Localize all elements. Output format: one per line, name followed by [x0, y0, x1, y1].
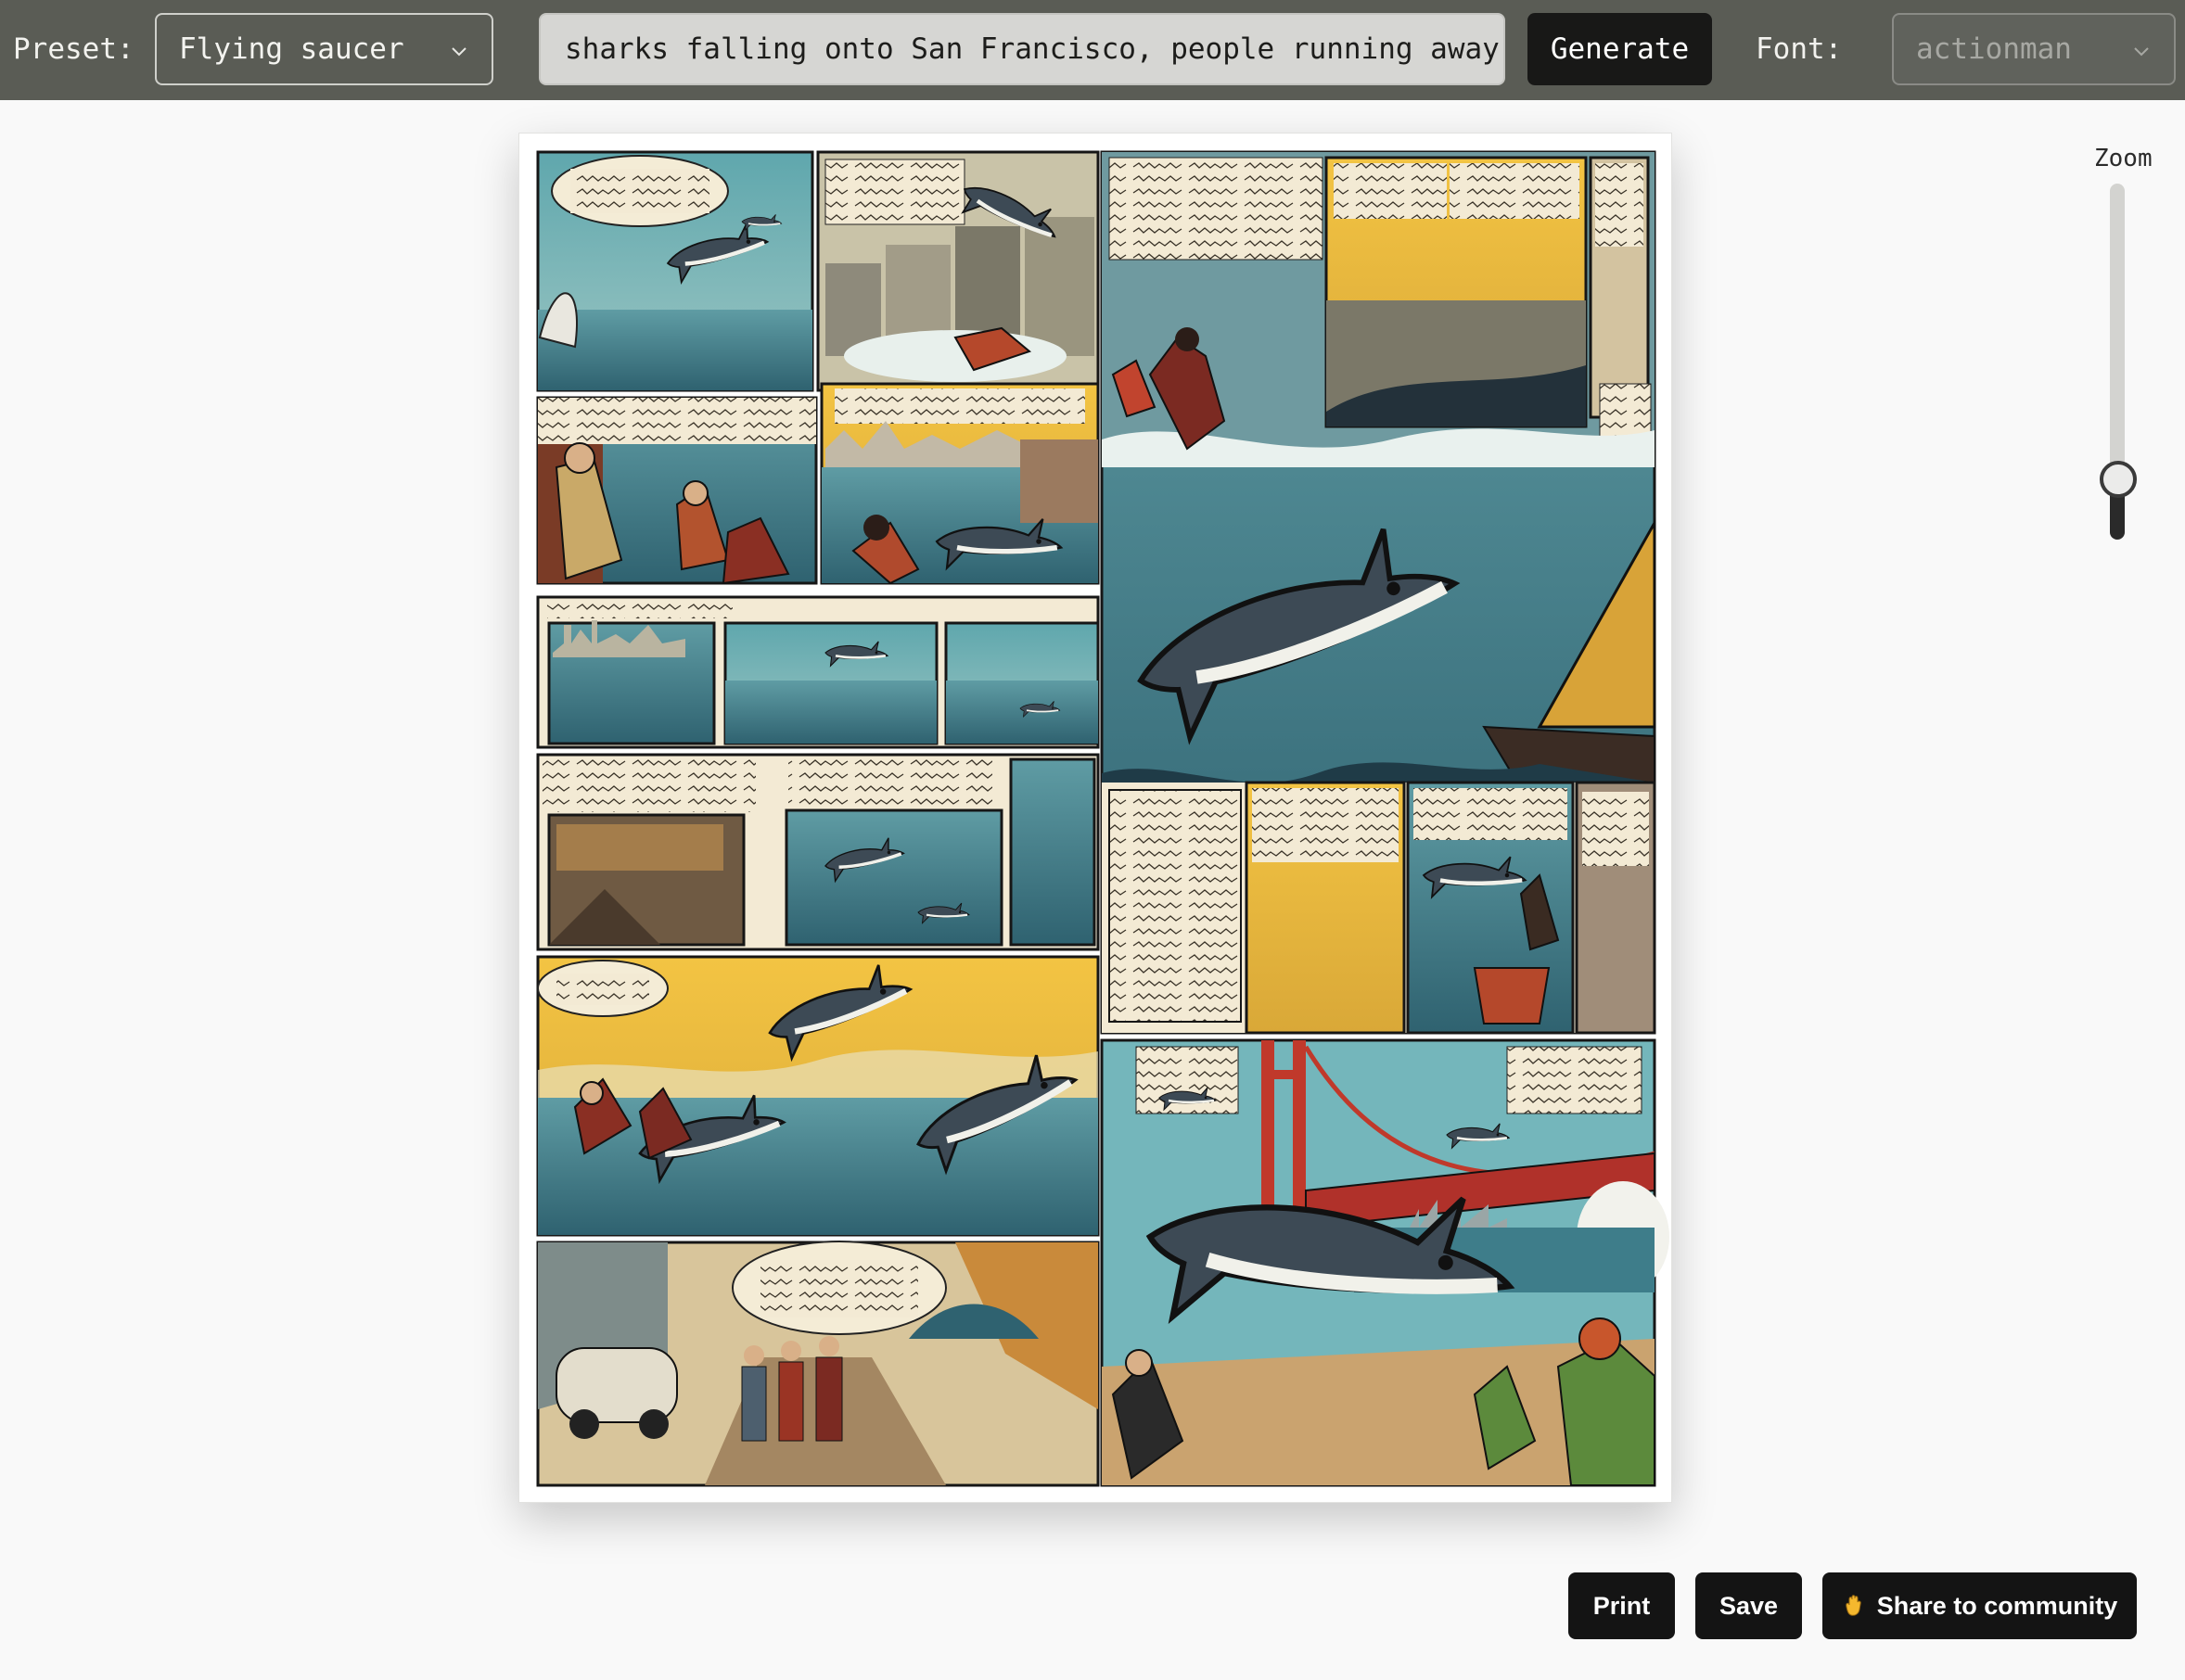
chevron-down-icon: [452, 47, 466, 57]
comic-page: [518, 133, 1672, 1503]
comic-panel: [536, 396, 818, 585]
font-select[interactable]: actionman: [1892, 13, 2176, 85]
comic-panel: [536, 150, 814, 392]
comic-panel: [1100, 150, 1656, 1035]
waving-hand-icon: [1846, 1595, 1861, 1616]
comic-panel: [820, 382, 1100, 585]
prompt-text: sharks falling onto San Francisco, peopl…: [565, 32, 1500, 66]
comic-panel: [1100, 1038, 1669, 1487]
save-button[interactable]: Save: [1695, 1572, 1802, 1639]
preset-value: Flying saucer: [179, 32, 404, 66]
print-button[interactable]: Print: [1568, 1572, 1675, 1639]
generate-button[interactable]: Generate: [1527, 13, 1712, 85]
comic-panel: [536, 753, 1100, 951]
chevron-down-icon: [2134, 47, 2149, 57]
comic-panel: [536, 957, 1100, 1237]
preset-select[interactable]: Flying saucer: [155, 13, 493, 85]
share-label: Share to community: [1876, 1592, 2118, 1620]
zoom-label: Zoom: [2094, 145, 2153, 172]
comic-panel: [536, 595, 1100, 749]
top-toolbar: Preset: Flying saucer sharks falling ont…: [0, 0, 2185, 100]
comic-page-artwork: [536, 150, 1669, 1487]
preset-label: Preset:: [13, 32, 134, 66]
comic-panel: [816, 150, 1100, 392]
zoom-slider-thumb[interactable]: [2100, 461, 2137, 498]
font-value: actionman: [1916, 32, 2072, 66]
prompt-input[interactable]: sharks falling onto San Francisco, peopl…: [539, 13, 1505, 85]
comic-panel: [536, 1241, 1100, 1487]
share-to-community-button[interactable]: Share to community: [1822, 1572, 2137, 1639]
font-label: Font:: [1756, 32, 1843, 66]
